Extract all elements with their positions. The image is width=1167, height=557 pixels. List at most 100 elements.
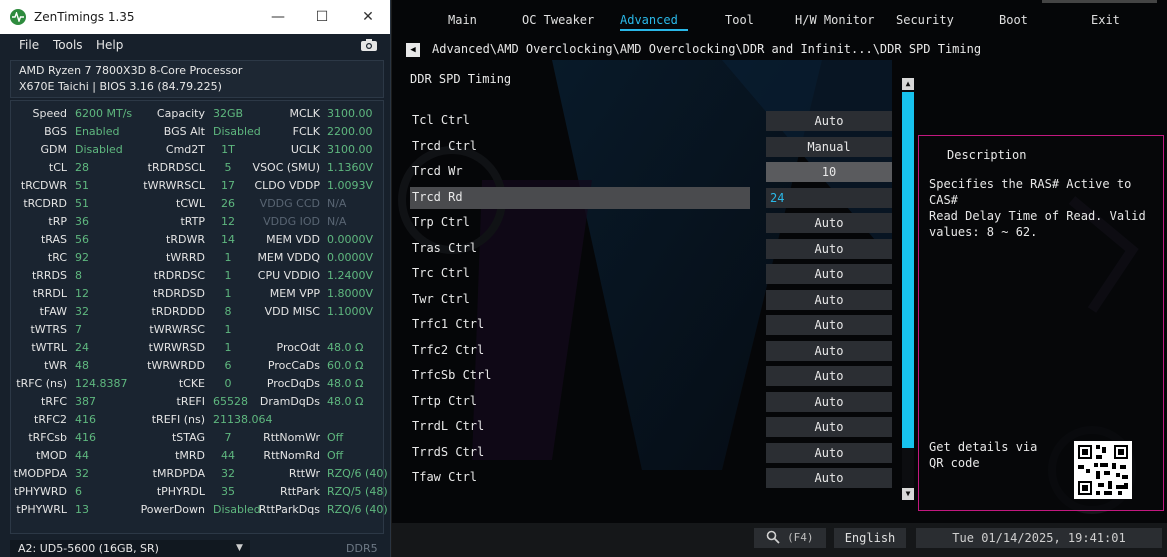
scroll-thumb[interactable] (902, 92, 914, 448)
chevron-down-icon[interactable]: ▼ (236, 540, 243, 557)
timing-value: 1.0093V (327, 179, 374, 192)
active-tab-underline (620, 29, 688, 31)
timing-value: 32GB (213, 107, 244, 120)
timing-label: tPHYWRD (14, 485, 67, 498)
timing-label: tRRDL (32, 287, 67, 300)
setting-value[interactable]: Auto (766, 289, 892, 310)
menu-tools[interactable]: Tools (53, 38, 83, 52)
timing-label: tRFC (41, 395, 67, 408)
minimize-button[interactable]: — (256, 0, 300, 34)
search-icon (767, 530, 781, 544)
setting-value[interactable]: Auto (766, 417, 892, 437)
setting-value[interactable]: Auto (766, 366, 892, 386)
timing-row: tMODPDA 32 tMRDPDA 32 RttWr RZQ/6 (40) (11, 465, 388, 483)
scroll-up-icon[interactable]: ▲ (902, 78, 914, 90)
timing-value: 32 (75, 467, 89, 480)
setting-value[interactable]: Auto (766, 442, 892, 463)
timing-value: Enabled (75, 125, 120, 138)
board-bios: X670E Taichi | BIOS 3.16 (84.79.225) (19, 80, 222, 93)
tab-boot[interactable]: Boot (999, 13, 1028, 27)
setting-row[interactable]: Trp Ctrl Auto (410, 212, 900, 234)
tab-advanced[interactable]: Advanced (620, 13, 678, 27)
timing-label: Capacity (156, 107, 205, 120)
cpu-name: AMD Ryzen 7 7800X3D 8-Core Processor (19, 64, 243, 77)
timing-row: tRFC 387 tREFI 65528 DramDqDs 48.0 Ω (11, 393, 383, 411)
setting-row[interactable]: Trc Ctrl Auto (410, 263, 900, 285)
tab-hw-monitor[interactable]: H/W Monitor (795, 13, 874, 27)
module-select[interactable]: A2: UD5-5600 (16GB, SR) (10, 540, 250, 557)
timing-label: tRCDRD (23, 197, 67, 210)
setting-name: TrfcSb Ctrl (412, 368, 492, 382)
setting-row[interactable]: TrrdS Ctrl Auto (410, 442, 900, 464)
timing-row: tPHYWRD 6 tPHYRDL 35 RttPark RZQ/5 (48) (11, 483, 388, 501)
setting-row[interactable]: Tfaw Ctrl Auto (410, 467, 900, 489)
timing-value: 48.0 Ω (327, 341, 364, 354)
timing-label: FCLK (292, 125, 320, 138)
setting-value[interactable]: Auto (766, 264, 892, 284)
timing-row: tPHYWRL 13 PowerDown Disabled RttParkDqs RZQ/… (11, 501, 387, 519)
timing-value: 32 (75, 305, 89, 318)
setting-value[interactable]: 10 (766, 162, 892, 182)
setting-value[interactable]: Auto (766, 468, 892, 488)
scrollbar[interactable]: ▲ ▼ (902, 78, 914, 500)
maximize-button[interactable]: ☐ (300, 0, 344, 34)
menu-file[interactable]: File (19, 38, 39, 52)
menu-help[interactable]: Help (96, 38, 123, 52)
menu-bar: File Tools Help (0, 34, 390, 58)
setting-value[interactable]: Auto (766, 213, 892, 233)
setting-value[interactable]: Manual (766, 136, 892, 157)
timing-label: tCKE (178, 377, 205, 390)
close-button[interactable]: ✕ (346, 0, 390, 34)
setting-name: Trcd Rd (412, 189, 463, 204)
tab-tool[interactable]: Tool (725, 13, 754, 27)
setting-row[interactable]: Tcl Ctrl Auto (410, 110, 900, 132)
timing-label: tRFC (ns) (16, 377, 67, 390)
timing-label: tRDRDSD (153, 287, 205, 300)
setting-name: Trcd Ctrl (412, 138, 478, 153)
screenshot-camera-icon[interactable] (360, 38, 378, 52)
setting-value[interactable]: Auto (766, 391, 892, 412)
setting-row[interactable]: Trcd Wr 10 (410, 161, 900, 183)
setting-row[interactable]: Trtp Ctrl Auto (410, 391, 900, 413)
tab-main[interactable]: Main (448, 13, 477, 27)
timing-label: tMOD (36, 449, 67, 462)
setting-value[interactable]: Auto (766, 315, 892, 335)
timing-label: tWRRD (166, 251, 205, 264)
setting-row[interactable]: Trfc1 Ctrl Auto (410, 314, 900, 336)
setting-row[interactable]: Trcd Rd 24 (410, 186, 900, 209)
timing-label: RttPark (279, 485, 320, 498)
setting-row[interactable]: TrfcSb Ctrl Auto (410, 365, 900, 387)
scroll-down-icon[interactable]: ▼ (902, 488, 914, 500)
datetime: Tue 01/14/2025, 19:41:01 (916, 528, 1162, 548)
tab-exit[interactable]: Exit (1091, 13, 1120, 27)
timing-row: GDM Disabled Cmd2T 1T UCLK 3100.00 (11, 141, 383, 159)
setting-row[interactable]: Trcd Ctrl Manual (410, 136, 900, 158)
setting-name: Tcl Ctrl (412, 113, 470, 127)
setting-row[interactable]: Tras Ctrl Auto (410, 238, 900, 260)
timing-value: 1 (224, 341, 232, 354)
language-button[interactable]: English (834, 528, 906, 548)
setting-value[interactable]: Auto (766, 111, 892, 131)
timing-label: tRFCsb (28, 431, 67, 444)
setting-row[interactable]: Trfc2 Ctrl Auto (410, 340, 900, 362)
timing-row: tRRDL 12 tRDRDSD 1 MEM VPP 1.8000V (11, 285, 383, 303)
bios-footer: (F4) English Tue 01/14/2025, 19:41:01 (392, 523, 1167, 557)
timing-label: Speed (32, 107, 67, 120)
setting-row[interactable]: TrrdL Ctrl Auto (410, 416, 900, 438)
search-button[interactable]: (F4) (754, 528, 826, 548)
top-strip (1042, 0, 1157, 3)
timing-row: tFAW 32 tRDRDDD 8 VDD MISC 1.1000V (11, 303, 383, 321)
setting-value[interactable]: 24 (766, 187, 892, 208)
timing-label: BGS Alt (163, 125, 205, 138)
setting-value[interactable]: Auto (766, 238, 892, 259)
timing-value: 65528 (213, 395, 248, 408)
timing-value: 1 (224, 287, 232, 300)
setting-row[interactable]: Twr Ctrl Auto (410, 289, 900, 311)
timing-label: MEM VDD (266, 233, 320, 246)
timing-value: N/A (327, 197, 347, 210)
tab-oc-tweaker[interactable]: OC Tweaker (522, 13, 594, 27)
back-arrow-icon[interactable]: ◀ (406, 42, 420, 57)
timing-value: 3100.00 (327, 143, 373, 156)
tab-security[interactable]: Security (896, 13, 954, 27)
setting-value[interactable]: Auto (766, 340, 892, 361)
